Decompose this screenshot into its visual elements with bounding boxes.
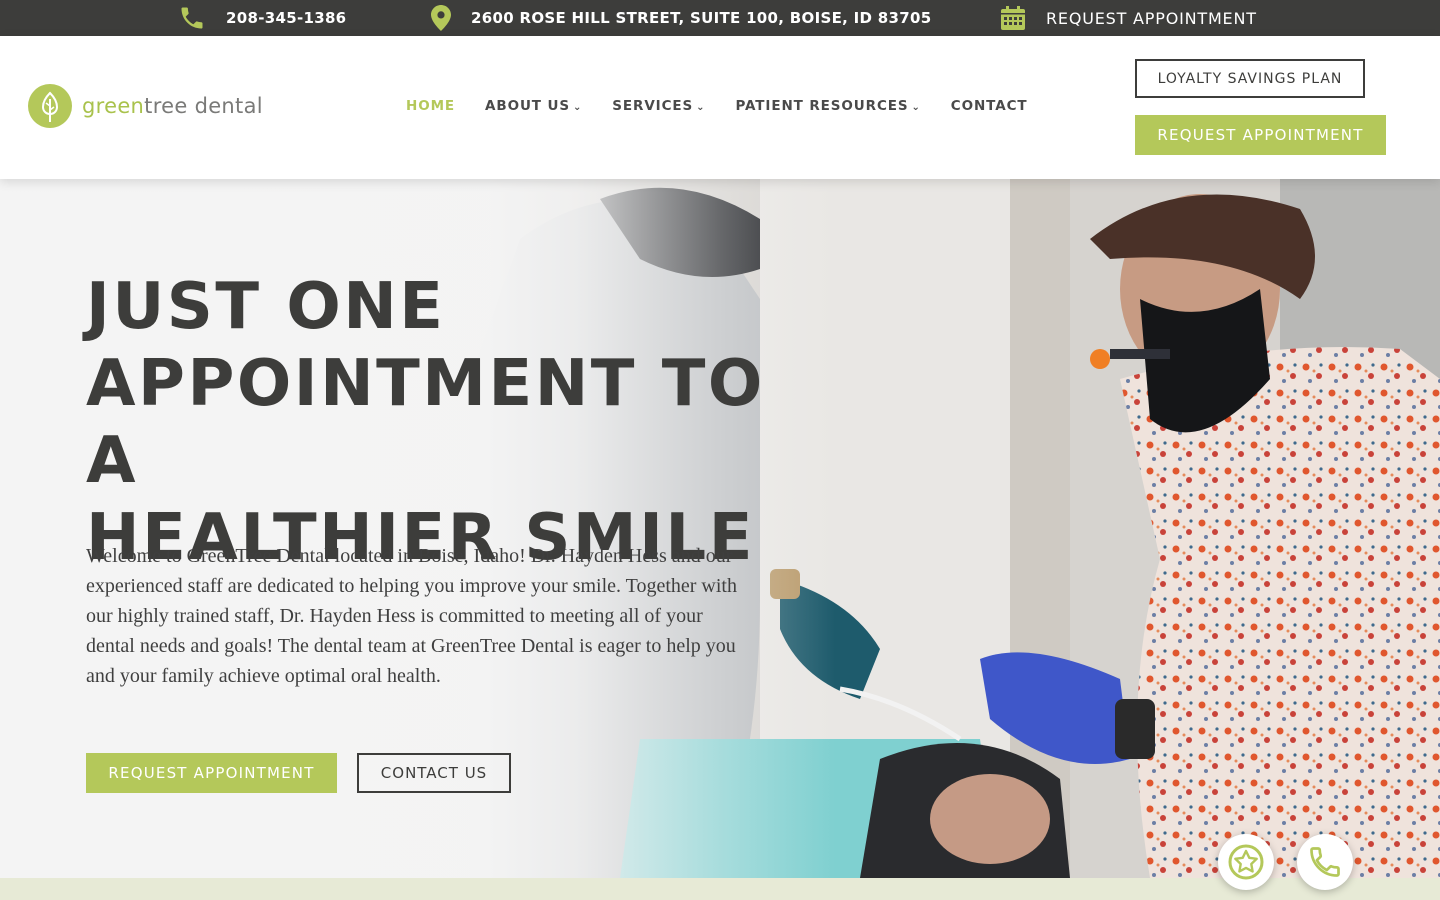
- nav-patient-resources[interactable]: PATIENT RESOURCES ⌄: [735, 98, 920, 114]
- top-contact-bar: 208-345-1386 2600 ROSE HILL STREET, SUIT…: [0, 0, 1440, 36]
- chevron-down-icon: ⌄: [911, 102, 921, 113]
- nav-contact[interactable]: CONTACT: [951, 98, 1028, 114]
- header-request-appointment-button[interactable]: REQUEST APPOINTMENT: [1135, 115, 1386, 155]
- phone-icon: [1310, 847, 1340, 877]
- section-divider-strip: [0, 878, 1440, 900]
- topbar-request-appointment-link[interactable]: REQUEST APPOINTMENT: [1000, 0, 1257, 36]
- hero-heading: JUST ONE APPOINTMENT TO A HEALTHIER SMIL…: [86, 270, 765, 575]
- phone-icon: [181, 7, 203, 29]
- floating-call-button[interactable]: [1297, 834, 1353, 890]
- floating-review-button[interactable]: [1218, 834, 1274, 890]
- site-header: greentree dental HOME ABOUT US ⌄ SERVICES…: [0, 36, 1440, 179]
- site-logo[interactable]: greentree dental: [28, 84, 263, 128]
- hero-intro-text: Welcome to GreenTree Dental located in B…: [86, 545, 737, 687]
- logo-wordmark: greentree dental: [82, 94, 263, 118]
- topbar-phone-number: 208-345-1386: [226, 9, 347, 27]
- topbar-address-link[interactable]: 2600 ROSE HILL STREET, SUITE 100, BOISE,…: [431, 0, 931, 36]
- hero-contact-us-button[interactable]: CONTACT US: [357, 753, 511, 793]
- map-pin-icon: [431, 5, 451, 31]
- nav-home[interactable]: HOME: [406, 98, 455, 114]
- topbar-appointment-label: REQUEST APPOINTMENT: [1046, 8, 1257, 28]
- review-star-icon: [1228, 844, 1264, 880]
- chevron-down-icon: ⌄: [696, 102, 706, 113]
- nav-services[interactable]: SERVICES ⌄: [612, 98, 705, 114]
- topbar-address: 2600 ROSE HILL STREET, SUITE 100, BOISE,…: [471, 9, 932, 27]
- tree-leaf-logo-icon: [28, 84, 72, 128]
- hero-section: JUST ONE APPOINTMENT TO A HEALTHIER SMIL…: [0, 179, 1440, 878]
- chevron-down-icon: ⌄: [573, 102, 583, 113]
- nav-about-us[interactable]: ABOUT US ⌄: [485, 98, 582, 114]
- loyalty-savings-plan-button[interactable]: LOYALTY SAVINGS PLAN: [1135, 59, 1365, 98]
- calendar-icon: [1001, 6, 1025, 30]
- topbar-phone-link[interactable]: 208-345-1386: [178, 0, 346, 36]
- hero-request-appointment-button[interactable]: REQUEST APPOINTMENT: [86, 753, 337, 793]
- main-nav: HOME ABOUT US ⌄ SERVICES ⌄ PATIENT RESOURC…: [406, 98, 1058, 114]
